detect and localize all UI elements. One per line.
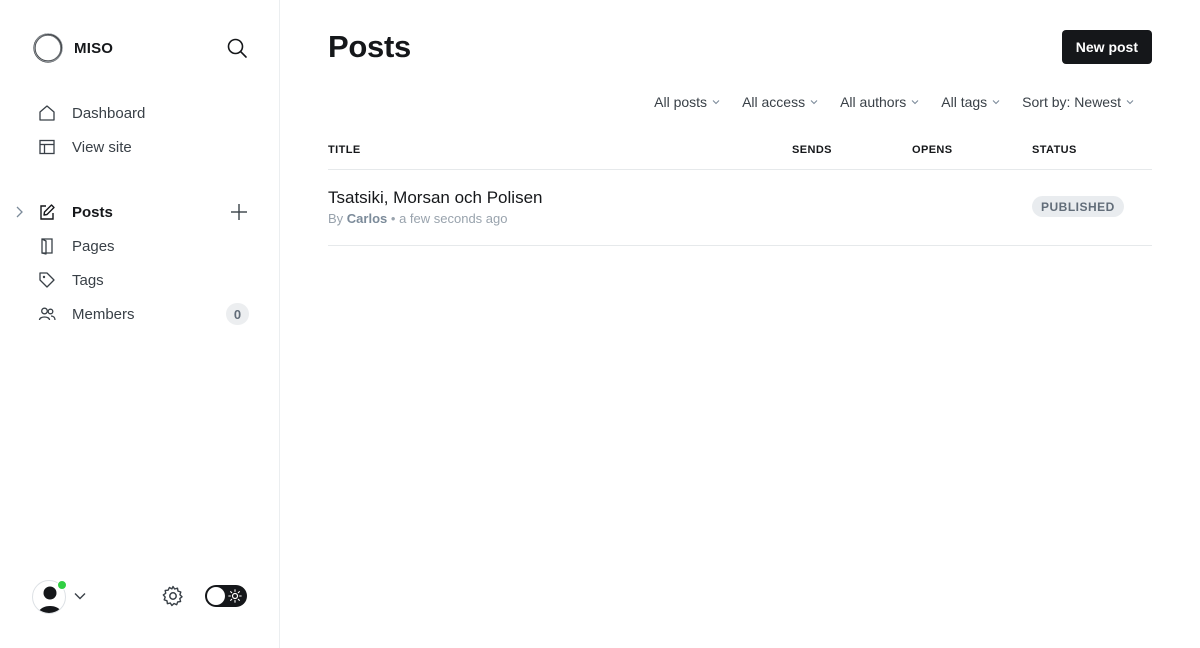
chevron-down-icon <box>1126 100 1134 105</box>
sidebar-item-pages[interactable]: Pages <box>0 229 280 263</box>
sidebar-item-posts[interactable]: Posts <box>0 195 280 229</box>
posts-main: Posts New post All posts All access All … <box>328 0 1152 648</box>
filter-label: All access <box>742 94 806 110</box>
sidebar-top-nav: Dashboard View site <box>0 96 280 164</box>
column-header-sends: SENDS <box>792 144 832 156</box>
chevron-down-icon <box>712 100 720 105</box>
post-author: Carlos <box>346 211 388 226</box>
post-filters: All posts All access All authors All tag… <box>632 94 1134 110</box>
posts-table-header: TITLE SENDS OPENS STATUS <box>328 140 1152 170</box>
site-name: MISO <box>74 39 114 57</box>
page-title: Posts <box>328 29 411 64</box>
sidebar-item-label: Tags <box>72 271 104 289</box>
sidebar-footer <box>0 578 280 614</box>
column-header-status: STATUS <box>1032 144 1077 156</box>
sidebar-item-view-site[interactable]: View site <box>0 130 280 164</box>
filter-label: All tags <box>941 94 988 110</box>
chevron-down-icon <box>810 100 818 105</box>
sidebar-item-label: Dashboard <box>72 104 146 122</box>
sidebar-item-label: Posts <box>72 203 113 221</box>
sidebar: MISO Dashboard View site Posts Pages Tag… <box>0 0 280 648</box>
filter-type-dropdown[interactable]: All posts <box>654 94 720 110</box>
members-icon <box>38 305 56 323</box>
chevron-down-icon[interactable] <box>73 589 87 603</box>
table-row[interactable]: Tsatsiki, Morsan och Polisen By Carlos •… <box>328 170 1152 246</box>
chevron-down-icon <box>911 100 919 105</box>
sidebar-item-label: Pages <box>72 237 115 255</box>
new-post-button[interactable]: New post <box>1061 30 1152 64</box>
status-badge: PUBLISHED <box>1032 196 1124 217</box>
post-time: a few seconds ago <box>399 211 508 226</box>
filter-label: All posts <box>654 94 708 110</box>
tag-icon <box>38 271 56 289</box>
filter-access-dropdown[interactable]: All access <box>742 94 818 110</box>
chevron-down-icon <box>992 100 1000 105</box>
sidebar-item-dashboard[interactable]: Dashboard <box>0 96 280 130</box>
add-post-icon[interactable] <box>229 202 249 222</box>
gear-icon[interactable] <box>161 584 185 608</box>
dark-mode-toggle[interactable] <box>205 585 247 607</box>
sidebar-item-members[interactable]: Members 0 <box>0 297 280 331</box>
chevron-right-icon[interactable] <box>14 205 26 219</box>
user-menu[interactable] <box>32 580 67 614</box>
toggle-knob <box>207 587 225 605</box>
edit-icon <box>38 203 56 221</box>
filter-authors-dropdown[interactable]: All authors <box>840 94 919 110</box>
members-count-badge: 0 <box>226 303 249 325</box>
post-meta: By Carlos • a few seconds ago <box>328 211 507 226</box>
sidebar-item-tags[interactable]: Tags <box>0 263 280 297</box>
meta-separator: • <box>390 211 396 226</box>
app-root: MISO Dashboard View site Posts Pages Tag… <box>0 0 1200 648</box>
post-by-label: By <box>328 211 344 226</box>
filter-tags-dropdown[interactable]: All tags <box>941 94 1000 110</box>
site-brand[interactable]: MISO <box>32 32 113 64</box>
sidebar-item-label: View site <box>72 138 132 156</box>
online-status-dot <box>57 580 67 590</box>
sidebar-main-nav: Posts Pages Tags Members 0 <box>0 195 280 331</box>
sort-dropdown[interactable]: Sort by: Newest <box>1022 94 1134 110</box>
search-icon[interactable] <box>225 36 249 60</box>
sun-icon <box>228 589 242 603</box>
column-header-title: TITLE <box>328 144 361 156</box>
filter-label: Sort by: Newest <box>1022 94 1121 110</box>
home-icon <box>38 104 56 122</box>
page-icon <box>38 237 56 255</box>
miso-ring-logo <box>33 33 63 63</box>
sidebar-item-label: Members <box>72 305 135 323</box>
layout-icon <box>38 138 56 156</box>
post-title[interactable]: Tsatsiki, Morsan och Polisen <box>328 188 542 208</box>
column-header-opens: OPENS <box>912 144 953 156</box>
filter-label: All authors <box>840 94 907 110</box>
